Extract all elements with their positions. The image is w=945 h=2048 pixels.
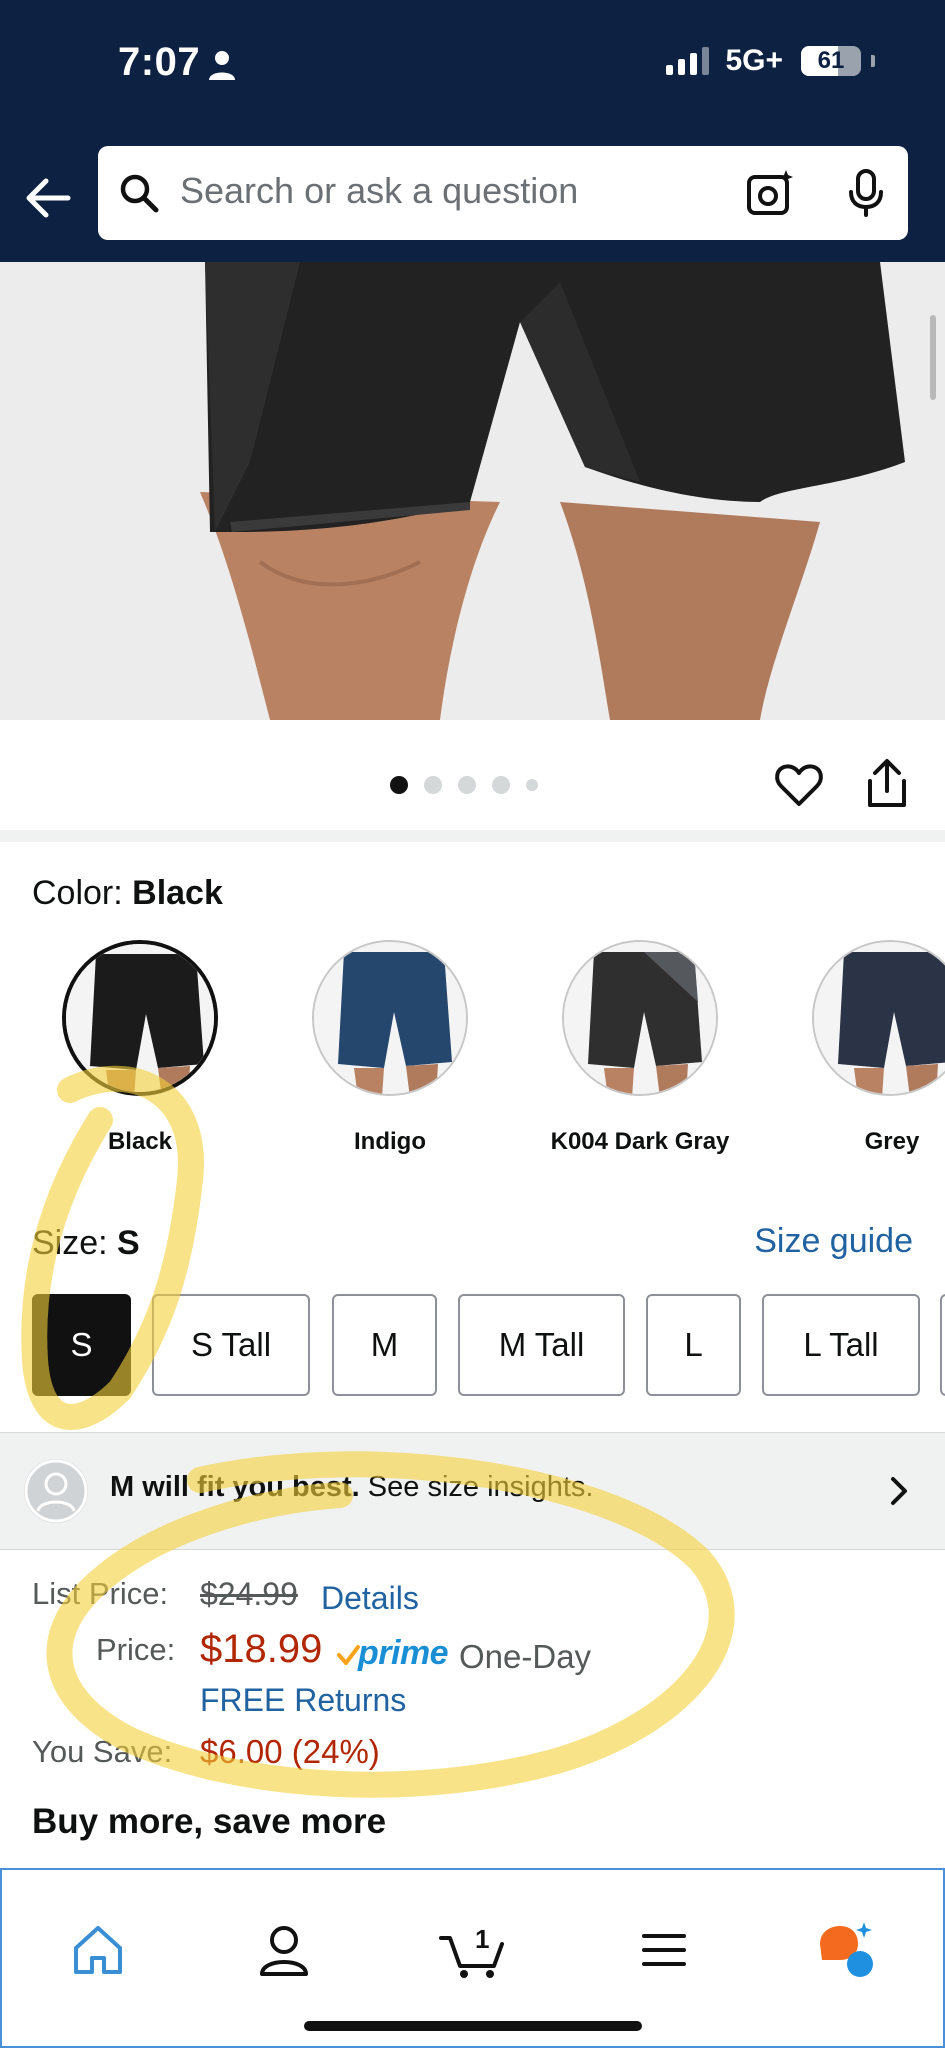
size-option-s[interactable]: S (32, 1294, 131, 1396)
details-link[interactable]: Details (321, 1580, 419, 1617)
search-icon (120, 174, 159, 213)
size-selected: S (117, 1224, 140, 1262)
prime-badge: prime (358, 1634, 449, 1672)
menu-icon[interactable] (634, 1920, 694, 1980)
home-indicator (304, 2021, 642, 2031)
fit-bold-text: M will fit you best. (110, 1471, 360, 1503)
price-value: $18.99 (200, 1627, 323, 1671)
status-indicators: 5G+ 61 (666, 44, 875, 78)
size-option-m-tall[interactable]: M Tall (458, 1294, 625, 1396)
delivery-speed: One-Day (459, 1638, 592, 1675)
section-divider (0, 830, 945, 842)
color-name: Indigo (354, 1128, 426, 1155)
list-price-value: $24.99 (200, 1576, 298, 1612)
fit-insights-link[interactable]: See size insights. (360, 1471, 594, 1503)
battery-level: 61 (817, 47, 845, 74)
color-name: K004 Dark Gray (550, 1128, 730, 1155)
signal-icon (666, 47, 710, 75)
color-name: Black (107, 1128, 173, 1155)
microphone-icon[interactable] (846, 168, 886, 218)
size-option-m[interactable]: M (332, 1294, 437, 1396)
camera-icon[interactable] (746, 168, 794, 218)
you-save-value: $6.00 (24%) (200, 1733, 380, 1770)
carousel-dot[interactable] (424, 776, 442, 794)
carousel-dot[interactable] (492, 776, 510, 794)
cart-icon[interactable]: 1 (438, 1920, 508, 1980)
size-option-s-tall[interactable]: S Tall (152, 1294, 310, 1396)
size-insights-bar[interactable]: M will fit you best. See size insights. (0, 1432, 945, 1550)
list-price-label: List Price: (32, 1576, 169, 1611)
color-heading: Color: Black (32, 874, 223, 913)
product-image[interactable] (0, 262, 945, 720)
color-swatch-grey[interactable] (812, 940, 945, 1096)
color-name: Grey (864, 1128, 920, 1155)
size-guide-link[interactable]: Size guide (754, 1222, 913, 1261)
chevron-right-icon (891, 1477, 907, 1505)
size-label: Size: (32, 1224, 118, 1262)
search-input[interactable]: Search or ask a question (98, 146, 908, 240)
color-label: Color: (32, 874, 133, 912)
fit-recommendation: M will fit you best. See size insights. (110, 1471, 593, 1504)
size-option-overflow[interactable] (940, 1294, 945, 1396)
carousel-dot[interactable] (390, 776, 408, 794)
color-swatch-indigo[interactable] (312, 940, 468, 1096)
buy-more-heading: Buy more, save more (32, 1802, 387, 1841)
prime-check-icon (337, 1645, 360, 1665)
network-type: 5G+ (725, 44, 783, 77)
color-swatch-k004-dark-gray[interactable] (562, 940, 718, 1096)
size-heading: Size: S (32, 1224, 140, 1263)
home-icon[interactable] (68, 1920, 128, 1980)
back-arrow-icon[interactable] (20, 170, 76, 226)
search-placeholder: Search or ask a question (180, 170, 579, 211)
carousel-dot[interactable] (526, 779, 538, 791)
avatar-icon (24, 1459, 88, 1523)
person-icon (209, 51, 235, 80)
color-swatch-black[interactable] (62, 940, 218, 1096)
app-header: 7:07 5G+ 61 Search or ask a question (0, 0, 945, 262)
carousel-dot[interactable] (458, 776, 476, 794)
size-option-l[interactable]: L (646, 1294, 741, 1396)
scroll-indicator (930, 315, 936, 400)
free-returns-link[interactable]: FREE Returns (200, 1682, 406, 1719)
share-icon[interactable] (862, 757, 912, 811)
rufus-icon[interactable] (816, 1920, 876, 1980)
cart-count: 1 (475, 1924, 489, 1954)
image-carousel-dots[interactable] (390, 776, 538, 794)
you-save-label: You Save: (32, 1734, 173, 1769)
color-selected: Black (132, 874, 223, 912)
heart-icon[interactable] (774, 760, 824, 810)
price-label: Price: (96, 1632, 176, 1667)
status-time: 7:07 (118, 40, 201, 84)
account-icon[interactable] (254, 1920, 314, 1980)
size-option-l-tall[interactable]: L Tall (762, 1294, 920, 1396)
battery-icon: 61 (801, 46, 861, 76)
